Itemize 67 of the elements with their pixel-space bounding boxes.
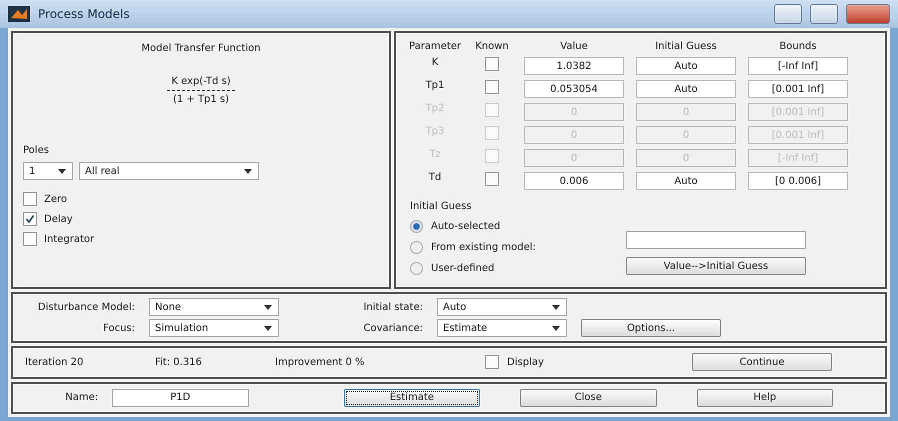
numerator: K exp(-Td s) (167, 76, 235, 91)
value-field[interactable]: 0.053054 (524, 80, 624, 98)
continue-button[interactable]: Continue (692, 353, 832, 372)
name-field[interactable]: P1D (112, 388, 249, 407)
dropdown[interactable]: Auto (437, 298, 567, 316)
dropdown[interactable]: Simulation (149, 319, 279, 337)
checkbox-label: Delay (44, 214, 73, 224)
column-header: Parameter (408, 41, 462, 52)
options-button[interactable]: Options... (581, 319, 721, 337)
radio-label: Auto-selected (431, 221, 500, 232)
iteration-text: Iteration 20 (25, 356, 84, 368)
column-header: Known (475, 41, 509, 52)
section-label: Initial Guess (410, 201, 473, 212)
value-field[interactable]: 0.006 (524, 172, 624, 190)
parameter-name: Td (428, 172, 442, 185)
minimize-button[interactable] (774, 4, 802, 24)
improvement-text: Improvement 0 % (275, 356, 366, 368)
checkbox[interactable] (23, 232, 37, 246)
column-header: Value (560, 41, 588, 52)
name-label: Name: (64, 392, 98, 404)
footer-button[interactable]: Close (520, 388, 657, 407)
radio-button[interactable] (410, 220, 423, 233)
field-label: Covariance: (362, 322, 423, 334)
app-logo-icon (8, 6, 30, 22)
parameter-name: K (432, 57, 438, 70)
field-label: Disturbance Model: (36, 302, 135, 312)
checkbox[interactable] (485, 355, 499, 370)
poles-label: Poles (23, 145, 50, 156)
dropdown[interactable]: All real (79, 162, 259, 180)
checkmark-icon (25, 214, 35, 224)
denominator: (1 + Tp1 s) (172, 93, 230, 105)
checkbox-label: Zero (44, 194, 68, 204)
value-field[interactable]: 1.0382 (524, 57, 624, 75)
field-label: Initial state: (362, 302, 423, 312)
bounds-field[interactable]: [0.001 Inf] (748, 80, 848, 98)
column-header: Bounds (779, 41, 817, 52)
footer-button[interactable]: Help (696, 388, 834, 407)
parameter-name: Tp1 (426, 80, 444, 93)
maximize-button[interactable] (810, 4, 838, 24)
field-label: Focus: (102, 322, 135, 334)
fit-text: Fit: 0.316 (155, 356, 203, 368)
value-to-initial-guess-button[interactable]: Value-->Initial Guess (626, 257, 806, 275)
checkbox-label: Integrator (44, 234, 94, 244)
checkbox[interactable] (23, 212, 37, 226)
initial-guess-field[interactable]: Auto (636, 80, 736, 98)
checkbox[interactable] (23, 192, 37, 206)
radio-button[interactable] (410, 241, 423, 254)
initial-guess-field[interactable]: Auto (636, 172, 736, 190)
known-checkbox[interactable] (485, 80, 499, 94)
model-field[interactable] (626, 231, 806, 249)
initial-guess-field[interactable]: Auto (636, 57, 736, 75)
radio-label: From existing model: (431, 242, 536, 253)
known-checkbox[interactable] (485, 172, 499, 186)
checkbox-label: Display (507, 356, 545, 368)
window-title: Process Models (38, 7, 131, 21)
footer-button[interactable]: Estimate (344, 388, 480, 407)
dropdown[interactable]: Estimate (437, 319, 567, 337)
known-checkbox[interactable] (485, 57, 499, 71)
radio-label: User-defined (431, 263, 494, 274)
radio-button[interactable] (410, 262, 423, 275)
column-header: Initial Guess (655, 41, 717, 52)
dropdown[interactable]: 1 (23, 162, 73, 180)
bounds-field[interactable]: [0 0.006] (748, 172, 848, 190)
dropdown[interactable]: None (149, 298, 279, 316)
bounds-field[interactable]: [-Inf Inf] (748, 57, 848, 75)
panel-title: Model Transfer Function (140, 43, 262, 54)
close-button[interactable] (846, 4, 890, 24)
